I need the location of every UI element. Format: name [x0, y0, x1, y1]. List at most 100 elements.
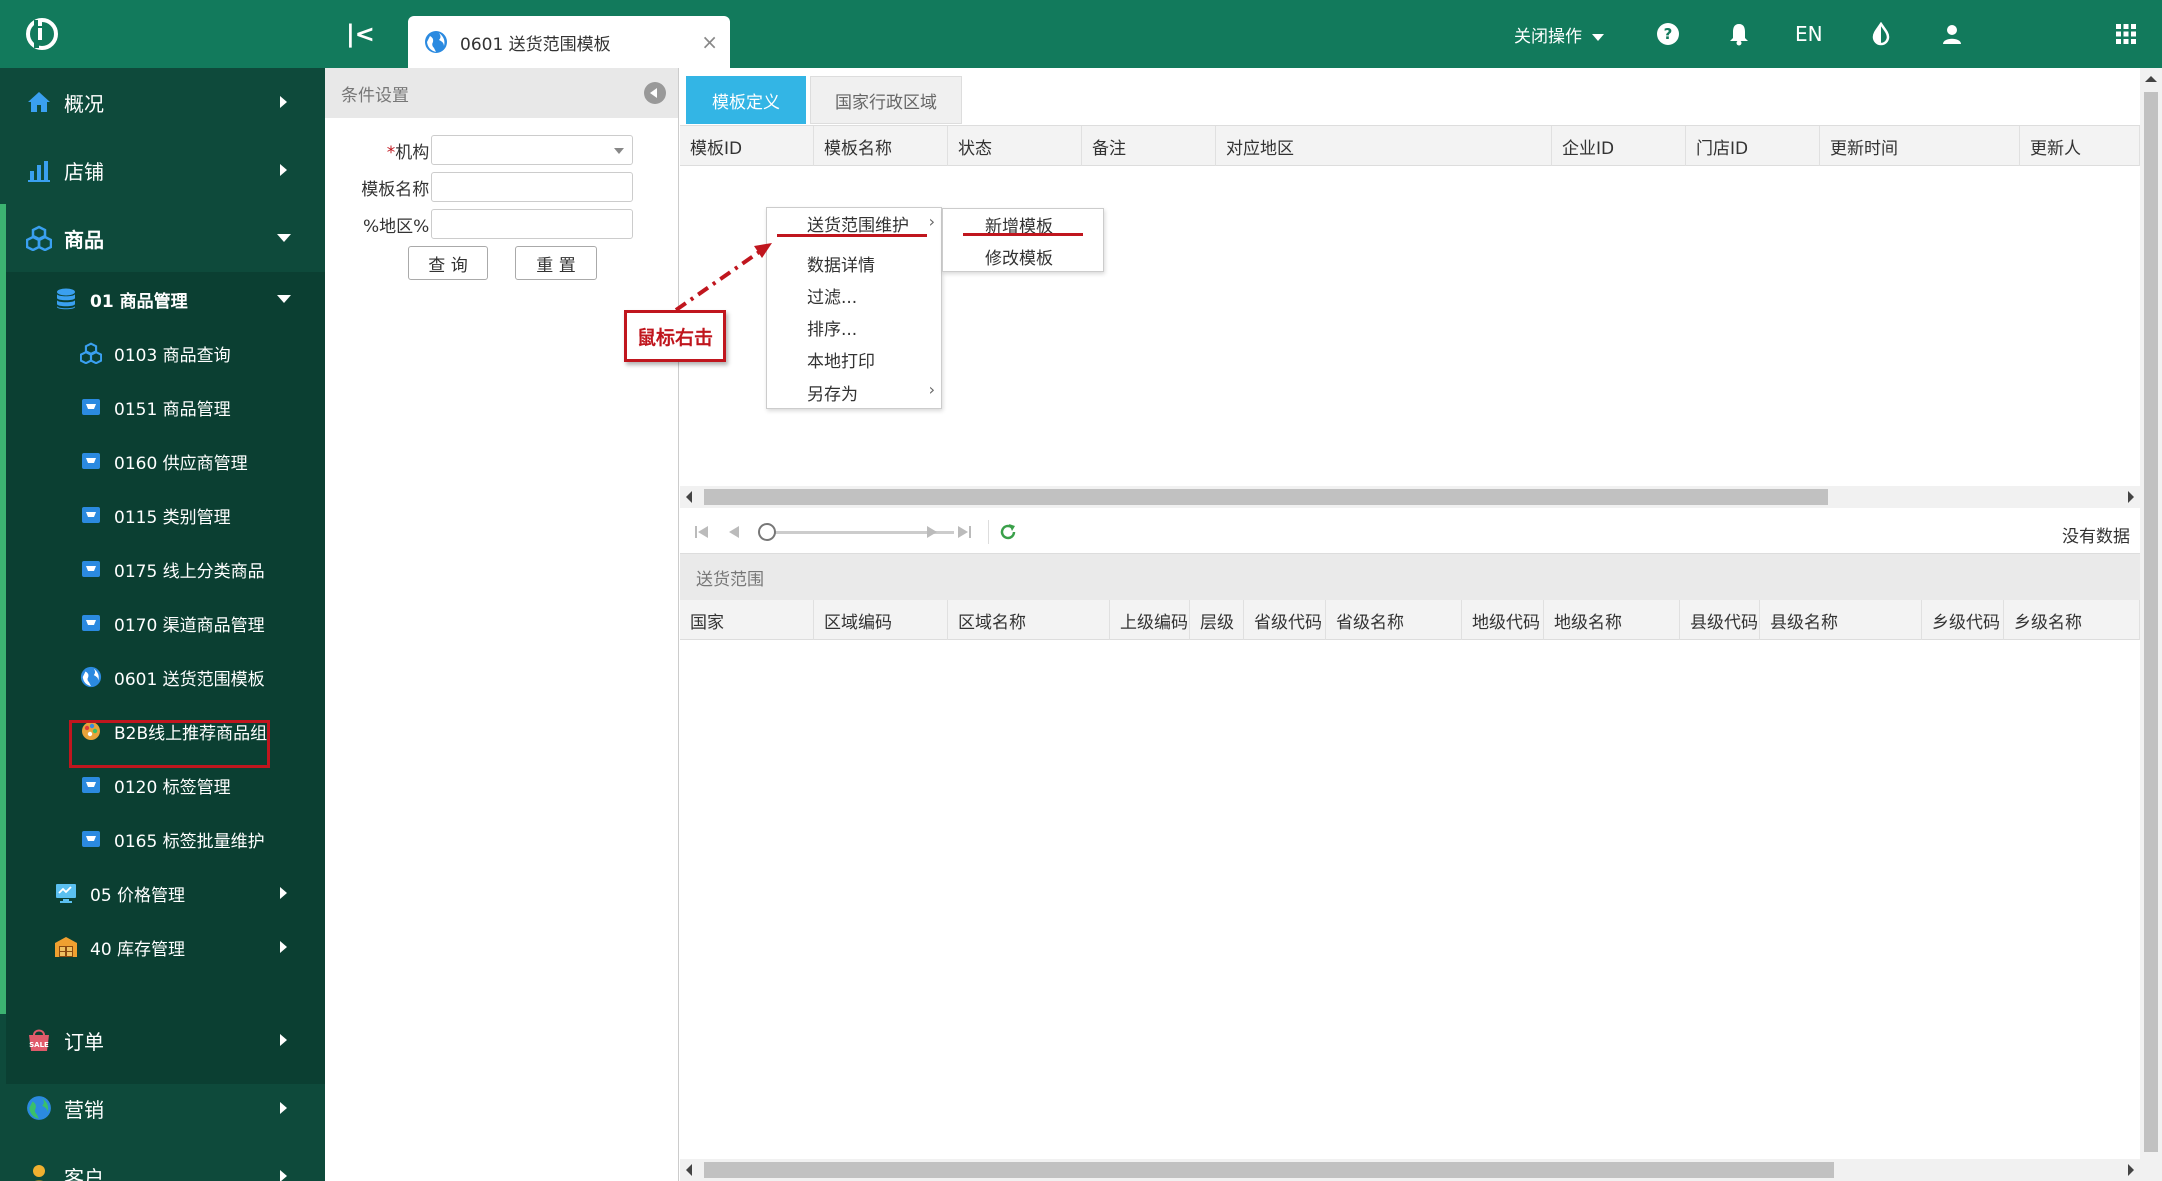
last-page-icon[interactable]	[956, 524, 972, 540]
apps-grid-icon[interactable]	[2114, 22, 2138, 46]
column-header[interactable]: 区域编码	[814, 600, 948, 640]
menu-item-edit-template[interactable]: 修改模板	[985, 241, 1053, 271]
chevron-right-icon	[280, 96, 287, 108]
menu-item-local-print[interactable]: 本地打印	[807, 344, 875, 374]
area-input[interactable]	[431, 209, 633, 239]
home-icon	[28, 92, 50, 112]
submenu-item-delivery-template[interactable]: 0601 送货范围模板	[6, 650, 325, 704]
submenu-item[interactable]: 0103 商品查询	[6, 326, 325, 380]
context-menu: 送货范围维护 › 数据详情 过滤... 排序... 本地打印 另存为 ›	[766, 207, 942, 409]
column-header[interactable]: 上级编码	[1110, 600, 1190, 640]
sidebar-item-customers[interactable]: 客户	[0, 1142, 325, 1181]
next-page-icon[interactable]	[924, 524, 940, 540]
column-header[interactable]: 乡级代码	[1922, 600, 2004, 640]
column-header[interactable]: 对应地区	[1216, 126, 1552, 166]
column-header[interactable]: 国家	[680, 600, 814, 640]
filter-row-org: *机构:	[325, 134, 679, 166]
sidebar-item-marketing[interactable]: 营销	[0, 1074, 325, 1142]
monitor-icon	[56, 884, 76, 903]
scrollbar-thumb[interactable]	[704, 489, 1828, 505]
refresh-icon[interactable]	[998, 522, 1018, 542]
column-header[interactable]: 模板ID	[680, 126, 814, 166]
main-vscrollbar[interactable]	[2140, 68, 2162, 1181]
org-select[interactable]	[431, 135, 633, 165]
submenu-group-inventory-management[interactable]: 40 库存管理	[6, 920, 325, 974]
sidebar-item-store[interactable]: 店铺	[0, 136, 325, 204]
scroll-up-icon[interactable]	[2145, 76, 2157, 82]
scroll-right-icon[interactable]	[2128, 1164, 2134, 1176]
cart-icon	[82, 615, 100, 631]
bell-icon[interactable]	[1727, 22, 1751, 46]
collapse-sidebar-icon[interactable]: |<	[346, 20, 375, 48]
column-header[interactable]: 更新人	[2020, 126, 2140, 166]
close-tab-icon[interactable]: ×	[701, 30, 718, 54]
menu-item-filter[interactable]: 过滤...	[807, 280, 857, 310]
submenu-item[interactable]: 0165 标签批量维护	[6, 812, 325, 866]
close-operations-dropdown[interactable]: 关闭操作	[1514, 22, 1604, 47]
submenu-group-label: 05 价格管理	[90, 885, 186, 906]
scroll-left-icon[interactable]	[686, 1164, 692, 1176]
tab-admin-regions[interactable]: 国家行政区域	[810, 76, 962, 124]
cart-icon	[82, 561, 100, 577]
column-header[interactable]: 备注	[1082, 126, 1216, 166]
reset-button[interactable]: 重 置	[515, 246, 597, 280]
scroll-right-icon[interactable]	[2128, 491, 2134, 503]
scroll-left-icon[interactable]	[686, 491, 692, 503]
column-header[interactable]: 门店ID	[1686, 126, 1820, 166]
column-header[interactable]: 县级名称	[1760, 600, 1922, 640]
collapse-panel-icon[interactable]	[644, 82, 666, 104]
column-header[interactable]: 地级名称	[1544, 600, 1680, 640]
column-header[interactable]: 模板名称	[814, 126, 948, 166]
cubes-icon	[26, 225, 52, 251]
sidebar-item-label: 概况	[64, 91, 104, 116]
chevron-right-icon	[280, 941, 287, 953]
submenu-item[interactable]: 0170 渠道商品管理	[6, 596, 325, 650]
menu-item-sort[interactable]: 排序...	[807, 312, 857, 342]
column-header[interactable]: 更新时间	[1820, 126, 2020, 166]
prev-page-icon[interactable]	[726, 524, 742, 540]
submenu-item-label: 0160 供应商管理	[114, 453, 248, 474]
column-header[interactable]: 层级	[1190, 600, 1244, 640]
menu-item-save-as[interactable]: 另存为	[807, 377, 858, 407]
submenu-item[interactable]: 0151 商品管理	[6, 380, 325, 434]
highlight-underline	[777, 234, 927, 237]
tab-template-definition[interactable]: 模板定义	[686, 76, 806, 124]
scrollbar-thumb[interactable]	[2144, 92, 2158, 1152]
chevron-right-icon	[280, 164, 287, 176]
open-tab[interactable]: 0601 送货范围模板 ×	[408, 16, 730, 68]
column-header[interactable]: 县级代码	[1680, 600, 1760, 640]
query-button[interactable]: 查 询	[408, 246, 488, 280]
column-header[interactable]: 区域名称	[948, 600, 1110, 640]
column-header[interactable]: 企业ID	[1552, 126, 1686, 166]
sidebar-item-products[interactable]: 商品	[0, 204, 325, 272]
template-name-input[interactable]	[431, 172, 633, 202]
theme-contrast-icon[interactable]	[1869, 22, 1893, 46]
sidebar-item-label: 店铺	[64, 159, 104, 184]
language-switch[interactable]: EN	[1795, 22, 1823, 46]
user-profile-icon[interactable]	[1940, 22, 1964, 46]
column-header[interactable]: 状态	[948, 126, 1082, 166]
template-grid-hscrollbar[interactable]	[680, 486, 2140, 508]
sidebar-item-overview[interactable]: 概况	[0, 68, 325, 136]
column-header[interactable]: 省级代码	[1244, 600, 1326, 640]
submenu-item[interactable]: 0175 线上分类商品	[6, 542, 325, 596]
column-header[interactable]: 地级代码	[1462, 600, 1544, 640]
submenu-group-price-management[interactable]: 05 价格管理	[6, 866, 325, 920]
app-logo-icon[interactable]	[24, 16, 60, 52]
cart-icon	[82, 507, 100, 523]
submenu-group-product-management[interactable]: 01 商品管理	[6, 272, 325, 326]
chevron-right-icon	[280, 1034, 287, 1046]
help-icon[interactable]: ?	[1656, 22, 1680, 46]
submenu-item[interactable]: 0160 供应商管理	[6, 434, 325, 488]
sidebar-item-label: 订单	[64, 1029, 104, 1054]
pagination-bar: 没有数据	[680, 510, 2140, 554]
delivery-grid-hscrollbar[interactable]	[680, 1159, 2140, 1181]
scrollbar-thumb[interactable]	[704, 1162, 1834, 1178]
sidebar-item-orders[interactable]: SALE 订单	[0, 1006, 325, 1074]
column-header[interactable]: 乡级名称	[2004, 600, 2140, 640]
first-page-icon[interactable]	[694, 524, 710, 540]
submenu-item-label: 0120 标签管理	[114, 777, 231, 798]
submenu-item[interactable]: 0115 类别管理	[6, 488, 325, 542]
menu-item-data-details[interactable]: 数据详情	[807, 248, 875, 278]
column-header[interactable]: 省级名称	[1326, 600, 1462, 640]
